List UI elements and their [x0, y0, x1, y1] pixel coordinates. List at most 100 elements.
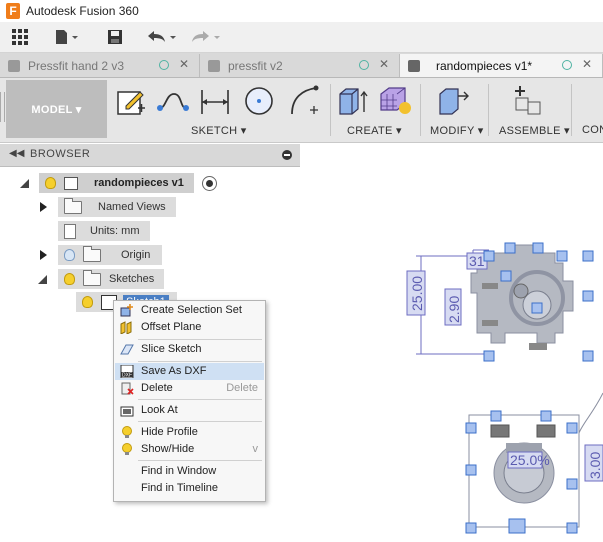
- menu-item-hide-profile[interactable]: Hide Profile: [115, 424, 264, 441]
- circle-icon[interactable]: [242, 84, 276, 118]
- menu-item-label: Save As DXF: [141, 365, 207, 377]
- folder-icon: [64, 197, 82, 214]
- sketches-chip[interactable]: Sketches: [58, 269, 165, 289]
- close-tab-icon[interactable]: ✕: [379, 57, 389, 71]
- document-icon: [208, 59, 220, 72]
- new-component-icon[interactable]: [510, 84, 544, 118]
- tree-label: Sketches: [109, 273, 155, 285]
- menu-item-show-hide[interactable]: Show/Hide v: [115, 441, 264, 458]
- menu-item-label: Delete: [141, 382, 173, 394]
- sketch-geometry[interactable]: 25.00 2.90 31 25.0% 3.00: [301, 143, 603, 542]
- save-icon[interactable]: [104, 26, 126, 48]
- visibility-bulb-icon[interactable]: [45, 177, 56, 189]
- tree-item-origin[interactable]: Origin: [40, 245, 163, 265]
- menu-item-label: Hide Profile: [141, 426, 198, 438]
- tree-item-named-views[interactable]: Named Views: [40, 197, 176, 217]
- bulb-icon: [122, 426, 132, 438]
- create-sketch-icon[interactable]: [114, 84, 148, 118]
- grid-menu-icon[interactable]: [8, 26, 32, 48]
- dimension-label[interactable]: 25.00: [409, 276, 425, 311]
- expand-toggle-icon[interactable]: [20, 178, 29, 188]
- tab-randompieces[interactable]: randompieces v1* ✕: [400, 54, 603, 77]
- tree-label: Origin: [121, 249, 151, 261]
- tab-label: Pressfit hand 2 v3: [28, 58, 125, 73]
- spline-icon[interactable]: [156, 84, 190, 118]
- visibility-bulb-icon[interactable]: [82, 296, 93, 308]
- menu-item-look-at[interactable]: Look At: [115, 402, 264, 419]
- close-tab-icon[interactable]: ✕: [179, 57, 189, 71]
- menu-item-label: Find in Window: [141, 465, 217, 477]
- form-icon[interactable]: [378, 84, 412, 118]
- construct-menu[interactable]: CON: [582, 124, 603, 136]
- root-component-chip[interactable]: randompieces v1: [39, 173, 194, 193]
- toolbar-grip[interactable]: [0, 92, 5, 122]
- tree-root[interactable]: randompieces v1: [20, 173, 217, 193]
- collapse-browser-icon[interactable]: ◀◀: [9, 148, 24, 159]
- delete-icon: [121, 382, 134, 395]
- sketch-menu[interactable]: SKETCH ▾: [191, 124, 247, 137]
- menu-item-find-in-timeline[interactable]: Find in Timeline: [115, 480, 264, 497]
- menu-item-slice-sketch[interactable]: Slice Sketch: [115, 341, 264, 358]
- menu-item-label: Slice Sketch: [141, 343, 202, 355]
- design-canvas[interactable]: 25.00 2.90 31 25.0% 3.00: [301, 143, 603, 542]
- title-bar: F Autodesk Fusion 360: [0, 0, 603, 23]
- component-icon: [64, 176, 78, 190]
- units-chip[interactable]: Units: mm: [58, 221, 150, 241]
- browser-header[interactable]: ◀◀ BROWSER: [0, 144, 300, 167]
- expand-arrow-icon[interactable]: [40, 202, 47, 212]
- menu-item-save-as-dxf[interactable]: DXF Save As DXF: [115, 363, 264, 380]
- dxf-icon: DXF: [120, 365, 134, 378]
- visibility-bulb-icon[interactable]: [64, 273, 75, 285]
- create-menu[interactable]: CREATE ▾: [347, 124, 402, 137]
- document-icon: [8, 59, 20, 72]
- dimension-icon[interactable]: [198, 84, 232, 118]
- toolbar-separator: [420, 84, 421, 136]
- undo-icon[interactable]: [144, 26, 180, 48]
- workspace-switcher-button[interactable]: MODEL ▾: [6, 80, 107, 138]
- assemble-menu[interactable]: ASSEMBLE ▾: [499, 124, 570, 137]
- expand-arrow-icon[interactable]: [40, 250, 47, 260]
- dimension-label[interactable]: 31: [469, 253, 485, 269]
- document-settings-icon: [64, 223, 76, 239]
- redo-icon[interactable]: [188, 26, 224, 48]
- tab-pressfit[interactable]: pressfit v2 ✕: [200, 54, 400, 77]
- close-tab-icon[interactable]: ✕: [582, 57, 592, 71]
- visibility-bulb-icon[interactable]: [64, 249, 75, 261]
- menu-item-find-in-window[interactable]: Find in Window: [115, 463, 264, 480]
- modify-menu[interactable]: MODIFY ▾: [430, 124, 484, 137]
- extrude-icon[interactable]: [336, 84, 370, 118]
- status-dot-icon: [562, 60, 572, 70]
- status-dot-icon: [159, 60, 169, 70]
- arc-icon[interactable]: [288, 84, 322, 118]
- ribbon-toolbar: MODEL ▾ SKETCH ▾ CREATE ▾ MODIFY ▾ ASSEM…: [0, 78, 603, 143]
- part-round-hub: [468, 414, 580, 528]
- browser-title: BROWSER: [30, 148, 91, 160]
- tree-item-sketches[interactable]: Sketches: [38, 269, 165, 289]
- tree-label: Units: mm: [90, 225, 140, 237]
- menu-item-offset-plane[interactable]: Offset Plane: [115, 319, 264, 336]
- press-pull-icon[interactable]: [436, 84, 470, 118]
- named-views-chip[interactable]: Named Views: [58, 197, 176, 217]
- folder-icon: [83, 269, 101, 286]
- tree-label: Named Views: [98, 201, 166, 213]
- tab-label: pressfit v2: [228, 58, 283, 73]
- tab-pressfit-hand[interactable]: Pressfit hand 2 v3 ✕: [0, 54, 200, 77]
- collapse-arrow-icon[interactable]: [38, 274, 47, 284]
- dimension-label[interactable]: 25.0%: [510, 452, 550, 468]
- tab-label: randompieces v1*: [436, 58, 533, 73]
- svg-text:DXF: DXF: [122, 373, 132, 379]
- origin-chip[interactable]: Origin: [58, 245, 163, 265]
- quick-access-toolbar: [0, 22, 603, 53]
- menu-separator: [138, 460, 262, 461]
- activate-radio-icon[interactable]: [201, 175, 217, 191]
- sketch-curve: [578, 392, 603, 434]
- menu-item-label: Look At: [141, 404, 178, 416]
- file-menu-icon[interactable]: [52, 26, 82, 48]
- dimension-label[interactable]: 2.90: [446, 296, 462, 323]
- menu-item-create-selection-set[interactable]: Create Selection Set: [115, 302, 264, 319]
- dimension-label[interactable]: 3.00: [587, 452, 603, 479]
- menu-item-delete[interactable]: Delete Delete: [115, 380, 264, 397]
- toolbar-separator: [488, 84, 489, 136]
- tree-item-units[interactable]: Units: mm: [58, 221, 150, 241]
- browser-options-icon[interactable]: [282, 150, 292, 160]
